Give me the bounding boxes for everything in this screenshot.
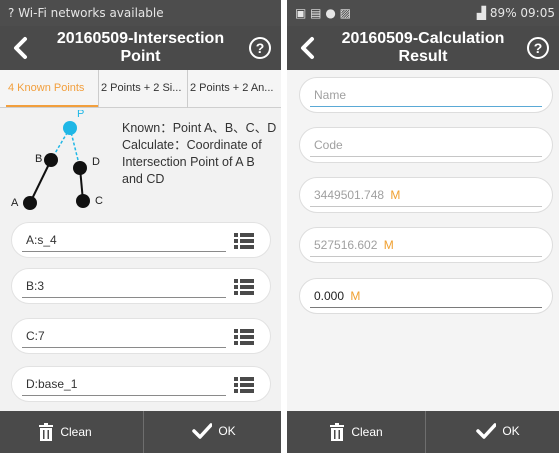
- tab-2-points-2-angles[interactable]: 2 Points + 2 An...: [188, 70, 281, 107]
- help-icon[interactable]: ?: [249, 37, 271, 59]
- label-p: P: [77, 110, 84, 120]
- code-field[interactable]: Code: [299, 127, 553, 163]
- status-right: ▟ 89% 09:05: [477, 6, 555, 20]
- point-b-field[interactable]: B:3: [11, 268, 271, 304]
- tab-2-points-2-sides[interactable]: 2 Points + 2 Si...: [99, 70, 187, 107]
- method-tabs: 4 Known Points 2 Points + 2 Si... 2 Poin…: [0, 70, 281, 108]
- signal-icon: ▟: [476, 6, 487, 20]
- status-bar: ▣ ▤ ● ▨ ▟ 89% 09:05: [287, 0, 559, 26]
- bottom-action-bar: Clean OK: [287, 411, 559, 453]
- point-a-field[interactable]: A:s_4: [11, 222, 271, 258]
- status-text: Wi-Fi networks available: [18, 6, 164, 20]
- easting-unit: M: [383, 238, 394, 252]
- elevation-unit: M: [350, 289, 361, 303]
- line-ab: [29, 159, 52, 204]
- name-placeholder: Name: [314, 88, 347, 102]
- app-bar: 20160509-Calculation Result ?: [287, 26, 559, 70]
- label-b: B: [35, 153, 42, 165]
- clean-button[interactable]: Clean: [0, 411, 143, 453]
- status-bar: ? Wi-Fi networks available: [0, 0, 281, 26]
- notification-icon: ▨: [339, 6, 351, 20]
- list-icon[interactable]: [234, 328, 254, 346]
- northing-value: 3449501.748: [314, 188, 385, 202]
- clean-label: Clean: [60, 425, 92, 439]
- northing-field: 3449501.748 M: [299, 177, 553, 213]
- known-text: Known：Point A、B、C、D: [122, 121, 277, 135]
- easting-value: 527516.602: [314, 238, 378, 252]
- point-c-value: C:7: [26, 329, 45, 343]
- northing-unit: M: [390, 188, 401, 202]
- point-a: [23, 196, 37, 210]
- easting-field: 527516.602 M: [299, 227, 553, 263]
- calculate-text: Calculate：Coordinate of Intersection Poi…: [122, 138, 262, 186]
- clean-label: Clean: [351, 425, 383, 439]
- list-icon[interactable]: [234, 278, 254, 296]
- ok-label: OK: [502, 424, 520, 438]
- label-c: C: [95, 195, 103, 207]
- point-c: [76, 194, 90, 208]
- intersection-point-screen: ? Wi-Fi networks available 20160509-Inte…: [0, 0, 281, 453]
- label-a: A: [11, 197, 19, 209]
- battery-time: 89% 09:05: [489, 6, 555, 20]
- point-b-value: B:3: [26, 279, 45, 293]
- calculation-result-screen: ▣ ▤ ● ▨ ▟ 89% 09:05 20160509-Calculation…: [287, 0, 559, 453]
- clean-button[interactable]: Clean: [287, 411, 425, 453]
- list-icon[interactable]: [234, 376, 254, 394]
- label-d: D: [92, 156, 100, 168]
- ok-button[interactable]: OK: [426, 411, 559, 453]
- notification-icon: ▤: [310, 6, 322, 20]
- ok-label: OK: [218, 424, 236, 438]
- back-arrow-icon[interactable]: [297, 35, 321, 61]
- checkmark-icon: [476, 423, 496, 439]
- trash-icon: [330, 423, 344, 441]
- elevation-value: 0.000: [314, 289, 345, 303]
- wifi-question-icon: ?: [8, 6, 15, 20]
- elevation-field[interactable]: 0.000 M: [299, 278, 553, 314]
- point-d: [73, 161, 87, 175]
- wifi-notification: ? Wi-Fi networks available: [8, 6, 164, 20]
- notification-icon: ●: [325, 6, 336, 20]
- checkmark-icon: [192, 423, 212, 439]
- point-c-field[interactable]: C:7: [11, 318, 271, 354]
- tab-4-known-points[interactable]: 4 Known Points: [6, 70, 98, 107]
- point-p: [63, 121, 77, 135]
- back-arrow-icon[interactable]: [10, 35, 34, 61]
- point-b: [44, 153, 58, 167]
- app-bar: 20160509-Intersection Point ?: [0, 26, 281, 70]
- method-description: Known：Point A、B、C、D Calculate：Coordinate…: [122, 120, 278, 188]
- notification-icon: ▣: [295, 6, 307, 20]
- list-icon[interactable]: [234, 232, 254, 250]
- ok-button[interactable]: OK: [144, 411, 281, 453]
- trash-icon: [39, 423, 53, 441]
- bottom-action-bar: Clean OK: [0, 411, 281, 453]
- point-d-field[interactable]: D:base_1: [11, 366, 271, 402]
- page-title: 20160509-Calculation Result: [341, 30, 505, 65]
- page-title: 20160509-Intersection Point: [56, 30, 225, 65]
- point-a-value: A:s_4: [26, 233, 57, 247]
- notification-icons: ▣ ▤ ● ▨: [295, 6, 351, 20]
- help-icon[interactable]: ?: [527, 37, 549, 59]
- point-d-value: D:base_1: [26, 377, 78, 391]
- name-field[interactable]: Name: [299, 77, 553, 113]
- code-placeholder: Code: [314, 138, 343, 152]
